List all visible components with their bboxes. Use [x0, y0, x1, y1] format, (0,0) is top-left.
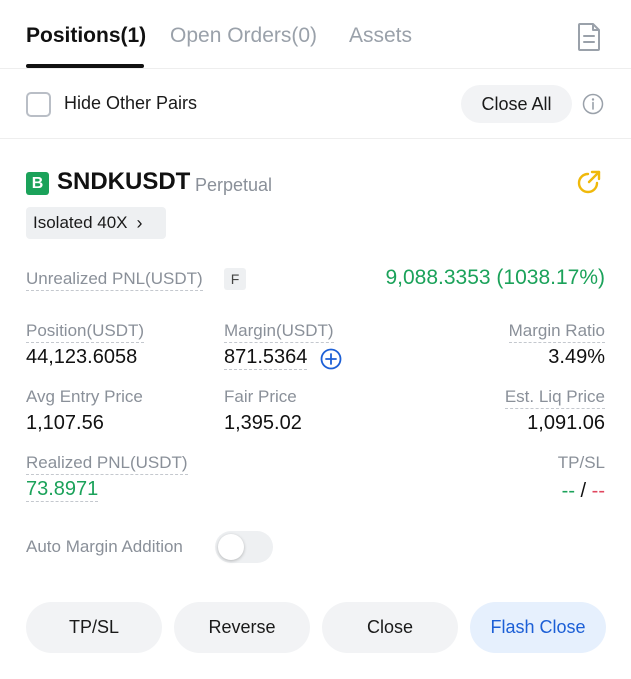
flash-close-button[interactable]: Flash Close: [470, 602, 606, 653]
side-badge: B: [26, 172, 49, 195]
chevron-right-icon: ›: [136, 212, 143, 233]
tab-positions[interactable]: Positions(1): [26, 24, 146, 48]
toggle-knob: [218, 534, 244, 560]
fair-price-value: 1,395.02: [224, 412, 302, 434]
filter-row: Hide Other Pairs Close All: [0, 69, 631, 139]
liq-price-value: 1,091.06: [527, 412, 605, 434]
symbol-name[interactable]: SNDKUSDT: [57, 168, 190, 196]
tpsl-value[interactable]: -- / --: [562, 480, 605, 503]
info-icon[interactable]: [582, 93, 604, 115]
tab-assets[interactable]: Assets: [349, 24, 412, 48]
unrealized-pnl-label[interactable]: Unrealized PNL(USDT): [26, 269, 203, 291]
margin-ratio-label[interactable]: Margin Ratio: [508, 321, 605, 343]
hide-other-pairs-checkbox[interactable]: [26, 92, 51, 117]
auto-margin-label: Auto Margin Addition: [26, 537, 183, 556]
avg-entry-price-value: 1,107.56: [26, 412, 104, 434]
margin-ratio-value: 3.49%: [548, 346, 605, 368]
fee-badge[interactable]: F: [224, 268, 246, 290]
tpsl-label: TP/SL: [557, 453, 605, 472]
fair-price-label: Fair Price: [224, 387, 297, 406]
margin-mode-chip[interactable]: Isolated 40X ›: [26, 207, 166, 239]
close-all-button[interactable]: Close All: [461, 85, 572, 123]
reverse-button[interactable]: Reverse: [174, 602, 310, 653]
hide-other-pairs-label[interactable]: Hide Other Pairs: [64, 93, 197, 114]
share-icon[interactable]: [575, 168, 603, 196]
liq-price-label[interactable]: Est. Liq Price: [504, 387, 605, 409]
tab-open-orders[interactable]: Open Orders(0): [170, 24, 317, 48]
realized-pnl-label[interactable]: Realized PNL(USDT): [26, 453, 188, 475]
margin-label[interactable]: Margin(USDT): [224, 321, 334, 343]
tpsl-button[interactable]: TP/SL: [26, 602, 162, 653]
add-margin-icon[interactable]: [320, 348, 342, 370]
tp-value: --: [561, 480, 575, 502]
tab-bar: Positions(1) Open Orders(0) Assets: [0, 0, 631, 69]
position-size-label[interactable]: Position(USDT): [26, 321, 145, 343]
margin-value: 871.5364: [224, 346, 308, 370]
position-size-value: 44,123.6058: [26, 346, 138, 368]
contract-type: Perpetual: [195, 175, 273, 195]
tpsl-separator: /: [580, 480, 587, 502]
auto-margin-toggle[interactable]: [215, 531, 273, 563]
sl-value: --: [591, 480, 605, 502]
avg-entry-price-label: Avg Entry Price: [26, 387, 143, 406]
unrealized-pnl-value: 9,088.3353 (1038.17%): [385, 266, 605, 289]
margin-mode-label: Isolated 40X: [33, 213, 128, 232]
close-button[interactable]: Close: [322, 602, 458, 653]
active-tab-indicator: [26, 64, 144, 68]
document-icon[interactable]: [576, 22, 602, 52]
realized-pnl-value[interactable]: 73.8971: [26, 478, 99, 502]
